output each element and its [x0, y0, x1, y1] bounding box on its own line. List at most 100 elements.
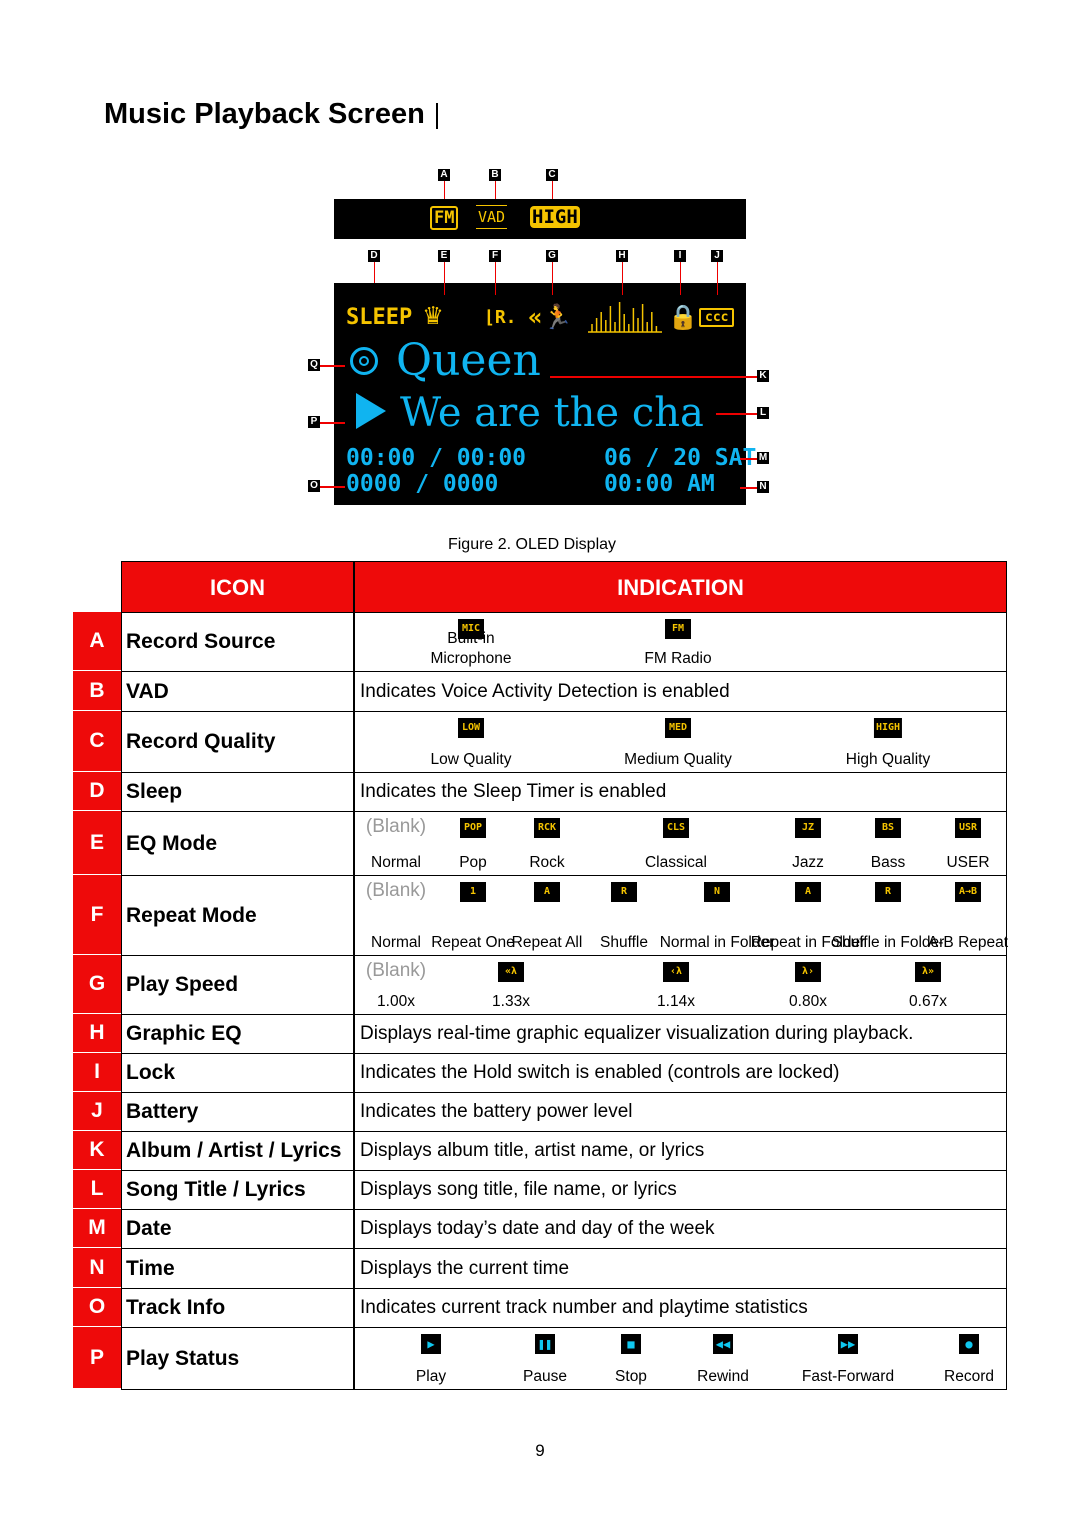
row-letter: P	[73, 1327, 121, 1389]
indication-item: MED Medium Quality	[618, 712, 738, 772]
row-letter: L	[73, 1170, 121, 1209]
clock-text: 00:00 AM	[604, 471, 715, 497]
header-indication: INDICATION	[354, 561, 1007, 613]
row-letter: I	[73, 1053, 121, 1092]
row-indication: Displays real-time graphic equalizer vis…	[354, 1014, 1007, 1054]
mode-icon: HIGH	[873, 718, 903, 738]
mode-icon: MED	[665, 718, 691, 738]
callout-l: L	[757, 407, 769, 419]
row-letter: H	[73, 1014, 121, 1053]
row-name: Play Status	[121, 1327, 354, 1390]
song-text: We are the cha	[400, 390, 704, 436]
callout-n: N	[757, 481, 769, 493]
indication-item: ◀◀ Rewind	[663, 1328, 783, 1389]
leader-line	[494, 262, 496, 295]
mode-icon: A	[795, 882, 821, 902]
item-label: 1.00x	[377, 993, 415, 1010]
row-name: Record Quality	[121, 711, 354, 773]
album-disc-icon	[350, 347, 378, 375]
indication-item: (Blank) 1.00x	[336, 956, 456, 1014]
indication-text: Displays album title, artist name, or ly…	[360, 1140, 705, 1161]
mode-icon: POP	[460, 818, 486, 838]
mode-icon: R	[611, 882, 637, 902]
pop-eq-icon: ♛	[424, 297, 443, 332]
oled-top-bar: FM VAD HIGH	[334, 199, 746, 239]
oled-display: SLEEP ♛ ⌊R. «🏃 🔒 ccc Queen We are the ch…	[334, 283, 756, 505]
shuffle-icon: ⌊R.	[484, 307, 517, 328]
playtime-text: 00:00 / 00:00	[346, 445, 527, 471]
indication-text: Indicates the battery power level	[360, 1101, 633, 1122]
leader-line	[679, 262, 681, 295]
vad-icon: VAD	[476, 205, 508, 229]
row-letter: C	[73, 711, 121, 772]
indication-item: λ» 0.67x	[868, 956, 988, 1014]
header-icon: ICON	[121, 561, 354, 613]
callout-j: J	[711, 250, 723, 262]
row-indication: Indicates the battery power level	[354, 1092, 1007, 1132]
high-quality-icon: HIGH	[530, 206, 580, 228]
row-letter: B	[73, 671, 121, 711]
row-indication: Displays album title, artist name, or ly…	[354, 1131, 1007, 1171]
date-text: 06 / 20 SAT	[604, 445, 757, 471]
indication-item: MIC Built-in Microphone	[411, 613, 531, 671]
item-label: Rewind	[697, 1368, 749, 1385]
row-indication: Indicates current track number and playt…	[354, 1288, 1007, 1328]
item-label: USER	[946, 854, 990, 871]
page-number: 9	[535, 1441, 545, 1460]
indication-text: Indicates the Sleep Timer is enabled	[360, 781, 667, 802]
mode-icon: ●	[959, 1334, 979, 1354]
row-name: Song Title / Lyrics	[121, 1170, 354, 1210]
lock-icon: 🔒	[668, 303, 698, 331]
item-label: Record	[944, 1368, 994, 1385]
item-label: 1.14x	[657, 993, 695, 1010]
item-label: Fast-Forward	[801, 1368, 895, 1385]
row-letter: G	[73, 955, 121, 1014]
leader-line	[621, 262, 623, 295]
speed-icon: «🏃	[528, 303, 573, 331]
row-name: VAD	[121, 671, 354, 712]
callout-h: H	[616, 250, 628, 262]
leader-line	[443, 262, 445, 295]
row-letter: J	[73, 1092, 121, 1131]
equalizer-bars-icon	[588, 302, 662, 333]
mode-icon: λ»	[915, 962, 941, 982]
mode-icon: ■	[621, 1334, 641, 1354]
callout-c: C	[546, 169, 558, 181]
mode-icon: USR	[955, 818, 981, 838]
callout-d: D	[368, 250, 380, 262]
mode-icon: λ›	[795, 962, 821, 982]
indication-text: Displays today’s date and day of the wee…	[360, 1218, 715, 1239]
row-name: Sleep	[121, 772, 354, 812]
indication-item: λ› 0.80x	[748, 956, 868, 1014]
indication-text: Indicates Voice Activity Detection is en…	[360, 680, 730, 702]
mode-icon: A	[534, 882, 560, 902]
item-label: Low Quality	[430, 751, 512, 768]
callout-p: P	[308, 416, 320, 428]
callout-k: K	[757, 370, 769, 382]
item-label: 0.67x	[909, 993, 947, 1010]
row-indication: (Blank) 1.00x «λ 1.33x ‹λ 1.14x λ› 0.80x λ» 0.67x	[354, 955, 1007, 1015]
row-letter: D	[73, 772, 121, 811]
item-label: 1.33x	[492, 993, 530, 1010]
manual-page: Music Playback Screen FM VAD HIGH SLEEP …	[0, 0, 1080, 1527]
leader-line	[716, 262, 718, 295]
row-name: EQ Mode	[121, 811, 354, 876]
mode-icon: ‹λ	[663, 962, 689, 982]
indication-item: LOW Low Quality	[411, 712, 531, 772]
item-label: FM Radio	[644, 650, 712, 667]
item-label: Built-in Microphone	[430, 630, 512, 667]
page-title: Music Playback Screen	[104, 98, 425, 130]
mode-icon: BS	[875, 818, 901, 838]
leader-line	[740, 487, 757, 489]
row-indication: (Blank) Normal 1 Repeat One A Repeat All R Shuf…	[354, 875, 1008, 956]
indication-item: RCK Rock	[487, 812, 607, 875]
row-indication: Indicates Voice Activity Detection is en…	[354, 671, 1007, 712]
item-label: High Quality	[845, 751, 931, 768]
row-name: Track Info	[121, 1288, 354, 1328]
row-name: Date	[121, 1209, 354, 1249]
mode-icon: ▶▶	[838, 1334, 858, 1354]
mode-icon: CLS	[663, 818, 689, 838]
callout-g: G	[546, 250, 558, 262]
row-letter: N	[73, 1248, 121, 1288]
indication-item: FM FM Radio	[618, 613, 738, 671]
